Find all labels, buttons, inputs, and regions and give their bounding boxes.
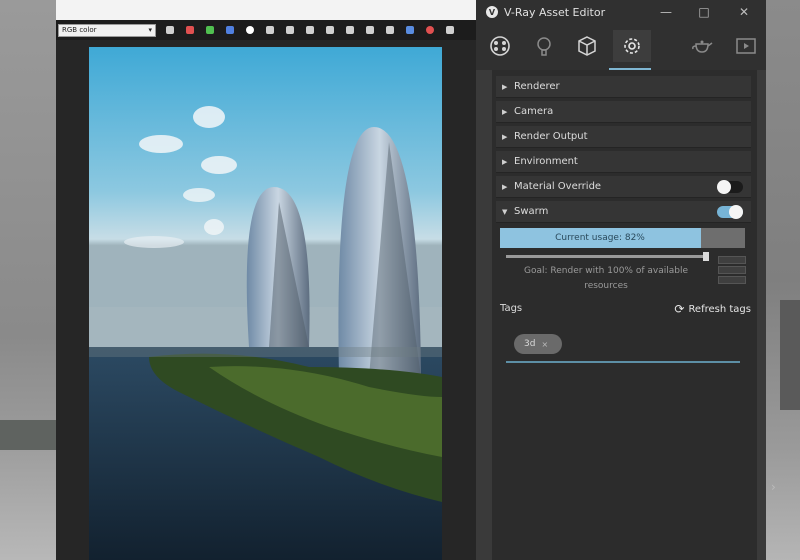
- filter-icon[interactable]: [160, 20, 180, 40]
- asset-editor-window: V V-Ray Asset Editor — □ ✕ ▶ Renderer ▶ …: [476, 0, 776, 560]
- green-channel-icon[interactable]: [200, 20, 220, 40]
- bulb-icon: [537, 37, 551, 56]
- cloud: [193, 106, 225, 128]
- lens-icon[interactable]: [320, 20, 340, 40]
- refresh-icon: ⟳: [674, 302, 685, 316]
- clear-icon[interactable]: [300, 20, 320, 40]
- cloud: [139, 135, 183, 153]
- track-icon[interactable]: [400, 20, 420, 40]
- gear-icon: [624, 38, 640, 54]
- render-icon[interactable]: [440, 20, 460, 40]
- asset-editor-titlebar[interactable]: V V-Ray Asset Editor — □ ✕: [476, 0, 766, 24]
- swarm-goal-spinner[interactable]: [718, 256, 746, 286]
- expanded-arrow-icon: ▼: [502, 207, 508, 216]
- toggle-knob: [729, 205, 743, 219]
- shoreline: [89, 347, 442, 357]
- close-button[interactable]: ✕: [730, 0, 758, 24]
- spinner-middle-button[interactable]: [718, 266, 746, 274]
- history-icon[interactable]: [340, 20, 360, 40]
- desktop-background-right: [766, 0, 800, 560]
- spinner-up-button[interactable]: [718, 256, 746, 264]
- collapsed-arrow-icon: ▶: [502, 132, 508, 141]
- rollout-swarm[interactable]: ▼ Swarm: [496, 201, 751, 223]
- frame-buffer-toolbar: RGB color ▾: [56, 20, 476, 40]
- collapsed-arrow-icon: ▶: [502, 82, 508, 91]
- maximize-button[interactable]: □: [690, 0, 718, 24]
- cloud: [201, 156, 237, 174]
- rollout-label: Renderer: [514, 81, 560, 92]
- rollout-material-override[interactable]: ▶ Material Override: [496, 176, 751, 198]
- background-tower: [780, 300, 800, 410]
- desktop-background-left: [0, 0, 58, 560]
- stop-icon[interactable]: [420, 20, 440, 40]
- background-land: [0, 420, 58, 450]
- editor-tab-bar: [476, 24, 766, 70]
- tag-chip-label: 3d: [524, 339, 536, 349]
- collapsed-arrow-icon: ▶: [502, 182, 508, 191]
- collapsed-arrow-icon: ▶: [502, 157, 508, 166]
- tag-remove-icon[interactable]: ×: [541, 340, 548, 349]
- toggle-knob: [717, 180, 731, 194]
- refresh-tags-label: Refresh tags: [688, 303, 751, 315]
- geometry-tab[interactable]: [571, 30, 603, 62]
- save-icon[interactable]: [280, 20, 300, 40]
- rollout-label: Render Output: [514, 131, 588, 142]
- window-title: V-Ray Asset Editor: [504, 5, 606, 19]
- render-tab[interactable]: [686, 30, 718, 62]
- lights-tab[interactable]: [528, 30, 560, 62]
- materials-tab[interactable]: [484, 30, 516, 62]
- rollout-camera[interactable]: ▶ Camera: [496, 101, 751, 123]
- refresh-tags-button[interactable]: ⟳ Refresh tags: [674, 302, 751, 316]
- rollout-render-output[interactable]: ▶ Render Output: [496, 126, 751, 148]
- slider-handle[interactable]: [703, 252, 709, 261]
- rollout-renderer[interactable]: ▶ Renderer: [496, 76, 751, 98]
- frame-buffer-window: RGB color ▾: [56, 0, 476, 560]
- materials-icon: [490, 36, 510, 56]
- tags-label: Tags: [500, 303, 523, 314]
- rendered-image: [89, 47, 442, 560]
- toolbar-icon-group: [160, 20, 460, 40]
- cloud: [204, 219, 224, 235]
- tag-chip[interactable]: 3d ×: [514, 334, 562, 354]
- channel-select[interactable]: RGB color ▾: [58, 23, 156, 37]
- teapot-icon: [692, 40, 713, 53]
- toggle-switch[interactable]: [717, 180, 743, 194]
- rollout-label: Environment: [514, 156, 578, 167]
- rollout-label: Material Override: [514, 181, 602, 192]
- rendered-scene: [89, 47, 442, 560]
- spinner-down-button[interactable]: [718, 276, 746, 284]
- swarm-usage-bar[interactable]: Current usage: 82%: [500, 228, 745, 248]
- rollout-environment[interactable]: ▶ Environment: [496, 151, 751, 173]
- blue-channel-icon[interactable]: [220, 20, 240, 40]
- alpha-icon[interactable]: [260, 20, 280, 40]
- cloud: [124, 236, 184, 248]
- channel-select-value: RGB color: [62, 26, 97, 34]
- tag-input-line[interactable]: [506, 361, 740, 363]
- frame-buffer-titlebar[interactable]: [56, 0, 476, 20]
- cloud: [183, 188, 215, 202]
- white-dot-icon[interactable]: [240, 20, 260, 40]
- toggle-switch[interactable]: [717, 205, 743, 219]
- collapsed-arrow-icon: ▶: [502, 107, 508, 116]
- region-icon[interactable]: [380, 20, 400, 40]
- settings-panel: ▶ Renderer ▶ Camera ▶ Render Output ▶ Environme…: [492, 70, 776, 560]
- vray-logo: V: [486, 6, 498, 18]
- cube-icon: [578, 36, 596, 56]
- minimize-button[interactable]: —: [652, 0, 680, 24]
- red-channel-icon[interactable]: [180, 20, 200, 40]
- expand-side-arrow[interactable]: ›: [771, 480, 776, 494]
- swarm-usage-label: Current usage: 82%: [555, 233, 645, 243]
- rollout-label: Camera: [514, 106, 554, 117]
- settings-tab[interactable]: [613, 30, 651, 62]
- chevron-down-icon: ▾: [148, 26, 152, 34]
- swarm-goal-slider[interactable]: [506, 252, 709, 261]
- rollout-label: Swarm: [514, 206, 549, 217]
- swarm-goal-text: Goal: Render with 100% of available reso…: [524, 266, 688, 291]
- frame-buffer-tab[interactable]: [730, 30, 762, 62]
- compare-icon[interactable]: [360, 20, 380, 40]
- frame-buffer-icon: [736, 38, 756, 54]
